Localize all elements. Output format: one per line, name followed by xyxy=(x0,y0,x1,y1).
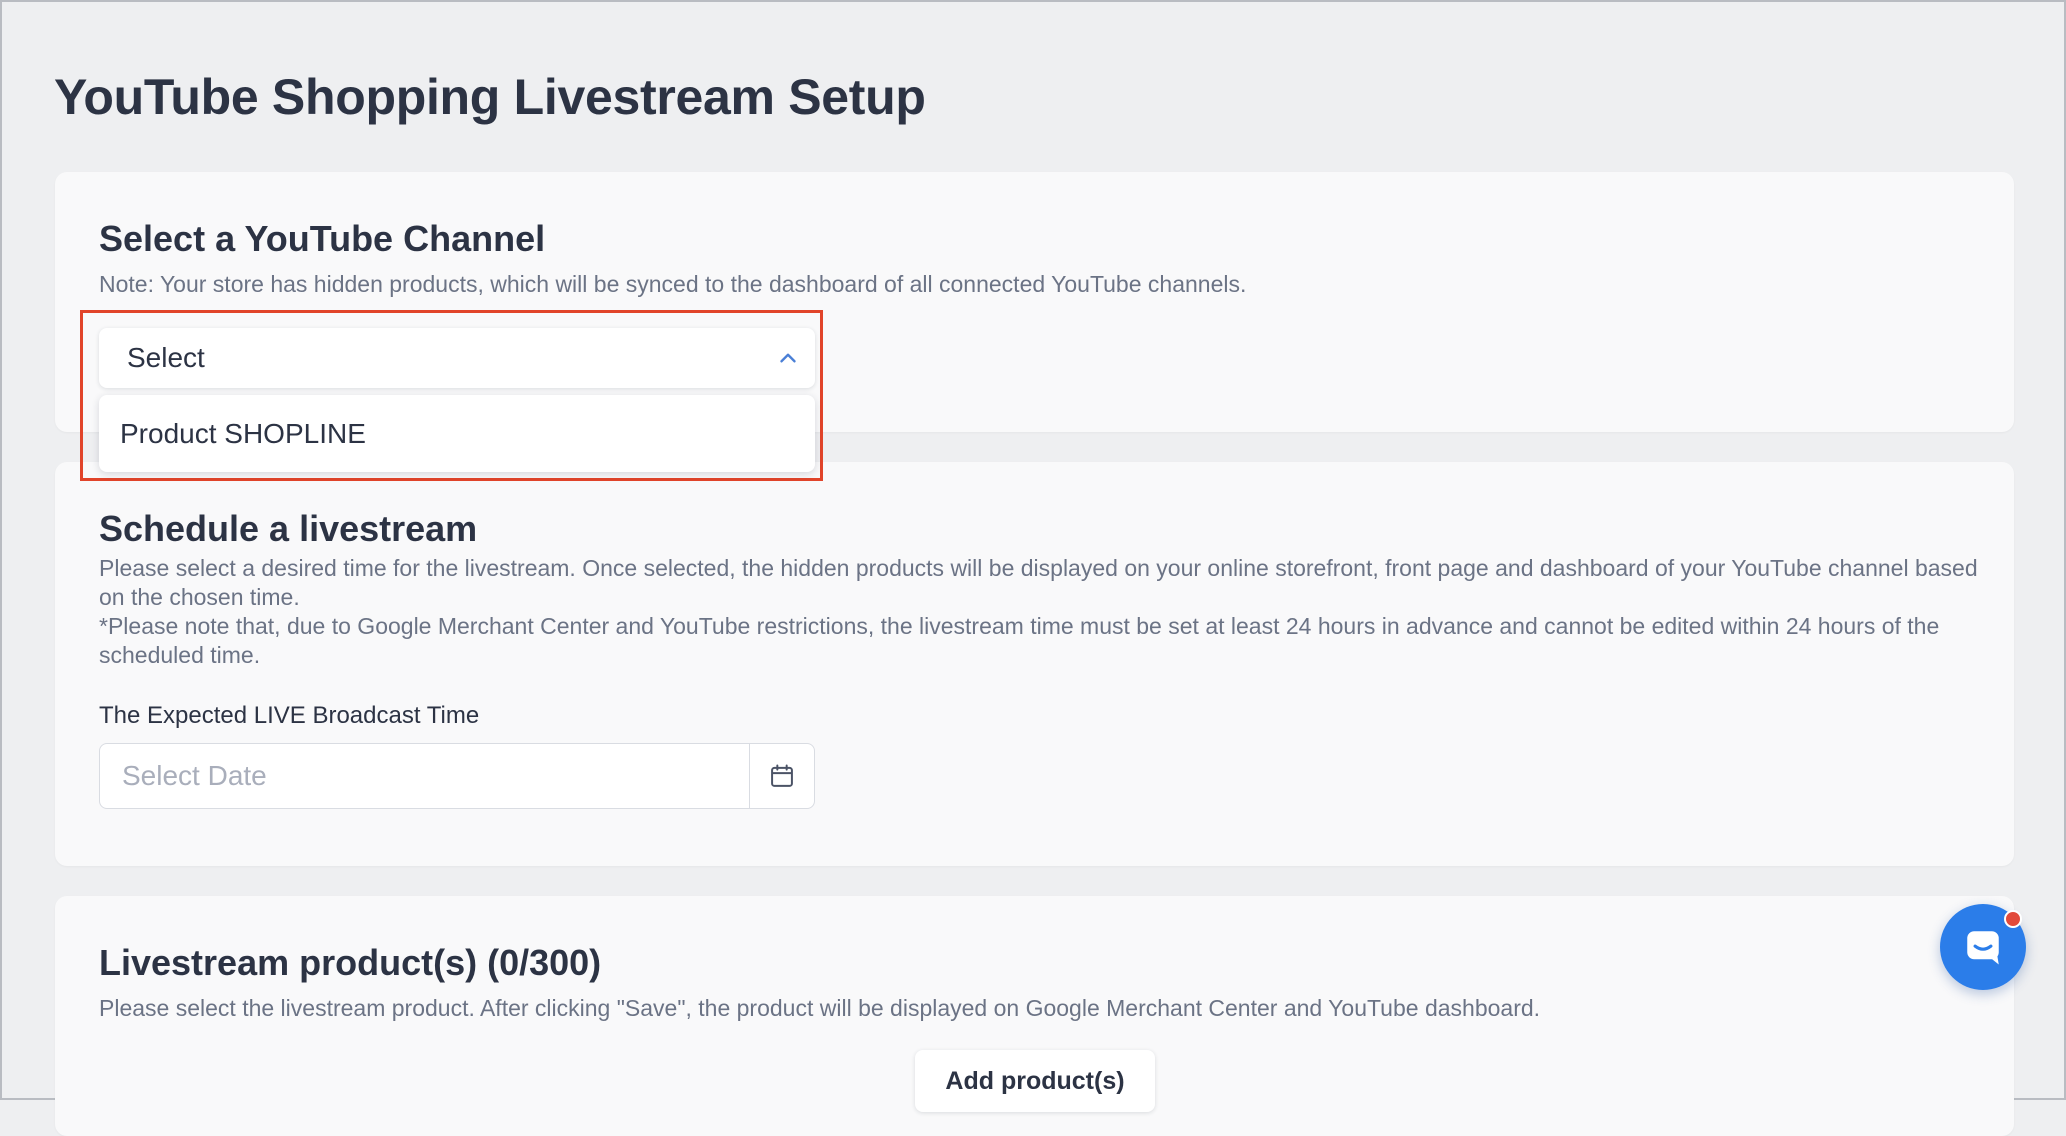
chat-launcher-button[interactable] xyxy=(1940,904,2026,990)
products-section: Livestream product(s) (0/300) Please sel… xyxy=(55,896,2014,1136)
schedule-section-description: Please select a desired time for the liv… xyxy=(99,555,1978,610)
products-section-title: Livestream product(s) (0/300) xyxy=(99,942,602,983)
channel-section-title: Select a YouTube Channel xyxy=(99,218,546,259)
notification-dot xyxy=(2004,910,2022,928)
broadcast-date-input[interactable] xyxy=(100,744,750,808)
channel-select-value: Select xyxy=(127,342,205,373)
chevron-up-icon xyxy=(780,353,796,363)
channel-option-product-shopline[interactable]: Product SHOPLINE xyxy=(99,395,815,472)
channel-select[interactable]: Select xyxy=(99,328,815,388)
schedule-section: Schedule a livestream Please select a de… xyxy=(55,462,2014,866)
chat-icon xyxy=(1967,931,1999,965)
broadcast-time-label: The Expected LIVE Broadcast Time xyxy=(99,702,480,729)
calendar-icon xyxy=(771,764,793,787)
add-product-button[interactable]: Add product(s) xyxy=(915,1050,1155,1112)
channel-section-note: Note: Your store has hidden products, wh… xyxy=(99,271,1247,297)
schedule-restriction-note: *Please note that, due to Google Merchan… xyxy=(99,613,1940,668)
broadcast-date-picker xyxy=(99,743,815,809)
page-title: YouTube Shopping Livestream Setup xyxy=(54,69,926,125)
calendar-button[interactable] xyxy=(750,744,814,808)
schedule-section-title: Schedule a livestream xyxy=(99,508,478,549)
channel-dropdown-menu: Product SHOPLINE xyxy=(99,395,815,472)
products-section-description: Please select the livestream product. Af… xyxy=(99,995,1541,1021)
